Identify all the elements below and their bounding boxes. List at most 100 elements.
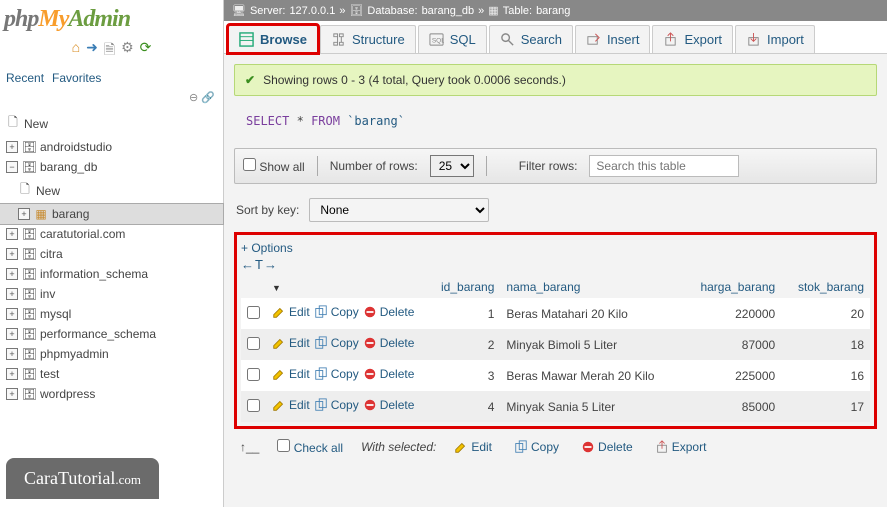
cell-id: 3 (426, 360, 500, 391)
row-copy[interactable]: Copy (314, 305, 359, 319)
row-delete[interactable]: Delete (363, 398, 415, 412)
row-delete[interactable]: Delete (363, 336, 415, 350)
rows-toolbar: Show all Number of rows: 25 Filter rows: (234, 148, 877, 184)
row-copy[interactable]: Copy (314, 398, 359, 412)
row-copy[interactable]: Copy (314, 336, 359, 350)
tree-db[interactable]: citra (40, 247, 63, 261)
col-id-barang[interactable]: id_barang (426, 276, 500, 298)
export-icon (663, 32, 678, 47)
col-stok-barang[interactable]: stok_barang (781, 276, 870, 298)
row-checkbox[interactable] (247, 399, 260, 412)
numrows-select[interactable]: 25 (430, 155, 474, 177)
table-row: Edit Copy Delete3Beras Mawar Merah 20 Ki… (241, 360, 870, 391)
cell-harga: 225000 (683, 360, 782, 391)
settings-icon[interactable]: ⚙ (121, 39, 134, 63)
new-table-icon[interactable]: 🗋 (18, 180, 32, 201)
tree-db[interactable]: barang_db (40, 160, 97, 174)
database-label: Database: (367, 5, 417, 17)
row-delete[interactable]: Delete (363, 367, 415, 381)
import-icon (746, 32, 761, 47)
check-icon: ✔ (245, 73, 255, 87)
sortkey-select[interactable]: None (309, 198, 489, 222)
expand-icon[interactable]: + (6, 288, 18, 300)
tab-favorites[interactable]: Favorites (52, 71, 101, 85)
expand-icon[interactable]: + (6, 368, 18, 380)
bulk-export[interactable]: Export (655, 440, 707, 454)
table-row: Edit Copy Delete4Minyak Sania 5 Liter850… (241, 391, 870, 422)
expand-icon[interactable]: + (6, 388, 18, 400)
tree-db[interactable]: performance_schema (40, 327, 156, 341)
row-edit[interactable]: Edit (272, 305, 310, 319)
db-icon: 🗄 (22, 160, 36, 174)
expand-icon[interactable]: + (6, 328, 18, 340)
tab-export[interactable]: Export (652, 25, 733, 53)
filter-input[interactable] (589, 155, 739, 177)
expand-icon[interactable]: + (6, 268, 18, 280)
logo[interactable]: phpMyAdmin (0, 0, 223, 35)
server-link[interactable]: 127.0.0.1 (289, 5, 335, 17)
insert-icon (586, 32, 601, 47)
tree-db[interactable]: inv (40, 287, 55, 301)
logout-icon[interactable]: ➜ (86, 39, 98, 63)
row-checkbox[interactable] (247, 368, 260, 381)
bulk-edit[interactable]: Edit (454, 440, 492, 454)
expand-icon[interactable]: + (18, 208, 30, 220)
tree-db[interactable]: caratutorial.com (40, 227, 125, 241)
tree-new-table[interactable]: New (36, 184, 60, 198)
tab-sql[interactable]: SQLSQL (418, 25, 487, 53)
new-db-icon[interactable]: 🗋 (6, 113, 20, 134)
check-all[interactable]: Check all (277, 439, 343, 455)
col-nama-barang[interactable]: nama_barang (500, 276, 682, 298)
tree-new[interactable]: New (24, 117, 48, 131)
sql-icon: SQL (429, 32, 444, 47)
collapse-icon[interactable]: − (6, 161, 18, 173)
cell-stok: 16 (781, 360, 870, 391)
col-harga-barang[interactable]: harga_barang (683, 276, 782, 298)
row-edit[interactable]: Edit (272, 398, 310, 412)
row-edit[interactable]: Edit (272, 367, 310, 381)
row-delete[interactable]: Delete (363, 305, 415, 319)
sidebar: phpMyAdmin ⌂ ➜ 🗎 ⚙ ⟳ Recent Favorites ⊖ … (0, 0, 224, 507)
row-copy[interactable]: Copy (314, 367, 359, 381)
tab-structure[interactable]: Structure (320, 25, 416, 53)
top-tabs: Browse Structure SQLSQL Search Insert Ex… (224, 21, 887, 54)
home-icon[interactable]: ⌂ (72, 39, 80, 63)
breadcrumb: 🖥 Server: 127.0.0.1 » 🗄 Database: barang… (224, 0, 887, 21)
tree-db[interactable]: information_schema (40, 267, 148, 281)
tree-db[interactable]: phpmyadmin (40, 347, 109, 361)
db-icon: 🗄 (22, 367, 36, 381)
reload-icon[interactable]: ⟳ (140, 39, 152, 63)
tree-table-barang[interactable]: barang (52, 207, 89, 221)
watermark-badge: CaraTutorial.com (6, 458, 159, 499)
row-checkbox[interactable] (247, 337, 260, 350)
expand-icon[interactable]: + (6, 228, 18, 240)
database-link[interactable]: barang_db (422, 5, 475, 17)
database-icon: 🗄 (349, 4, 363, 17)
collapse-icon[interactable]: ⊖ (189, 92, 198, 104)
row-edit[interactable]: Edit (272, 336, 310, 350)
tree-db[interactable]: androidstudio (40, 140, 112, 154)
table-row: Edit Copy Delete1Beras Matahari 20 Kilo2… (241, 298, 870, 329)
tree-db[interactable]: wordpress (40, 387, 95, 401)
table-link[interactable]: barang (536, 5, 570, 17)
column-arrows[interactable]: ←T→ (241, 257, 870, 276)
row-checkbox[interactable] (247, 306, 260, 319)
link-icon[interactable]: 🔗 (201, 92, 215, 104)
options-link[interactable]: + Options (241, 239, 870, 257)
tree-db[interactable]: test (40, 367, 59, 381)
expand-icon[interactable]: + (6, 248, 18, 260)
docs-icon[interactable]: 🗎 (104, 39, 115, 63)
expand-icon[interactable]: + (6, 308, 18, 320)
expand-icon[interactable]: + (6, 348, 18, 360)
tab-search[interactable]: Search (489, 25, 573, 53)
show-all-checkbox[interactable]: Show all (243, 158, 305, 174)
bulk-copy[interactable]: Copy (514, 440, 559, 454)
tree-db[interactable]: mysql (40, 307, 71, 321)
bulk-delete[interactable]: Delete (581, 440, 633, 454)
tab-insert[interactable]: Insert (575, 25, 651, 53)
tab-recent[interactable]: Recent (6, 71, 44, 85)
sort-indicator-icon[interactable]: ▼ (272, 283, 281, 293)
expand-icon[interactable]: + (6, 141, 18, 153)
tab-browse[interactable]: Browse (228, 25, 318, 53)
tab-import[interactable]: Import (735, 25, 815, 53)
